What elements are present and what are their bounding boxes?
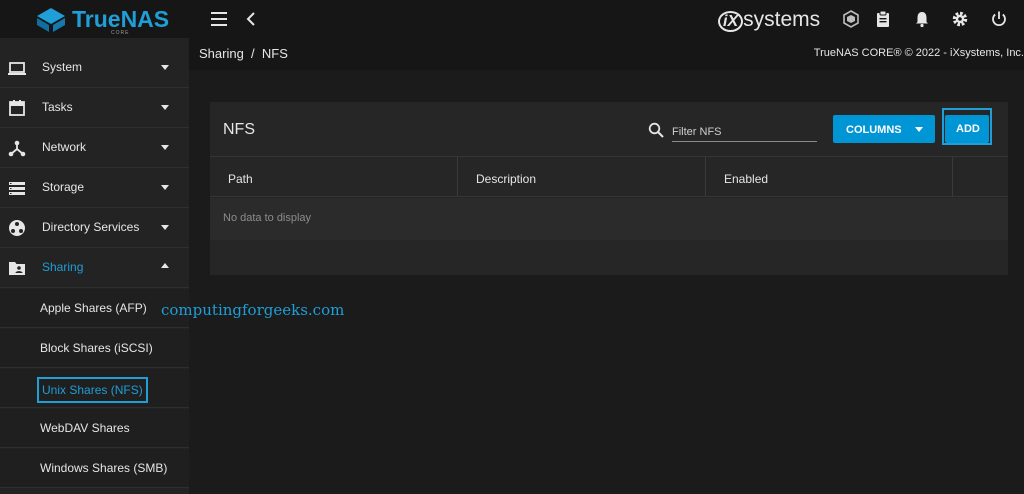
column-header-description[interactable]: Description [458, 157, 706, 197]
sidebar-item-system[interactable]: System [0, 48, 189, 88]
logo-subtext: CORE [111, 30, 129, 36]
chevron-up-icon [161, 263, 169, 268]
columns-button[interactable]: COLUMNS [833, 115, 935, 143]
empty-message: No data to display [223, 212, 311, 224]
watermark-text: computingforgeeks.com [161, 301, 344, 319]
sidebar-item-label: Network [42, 140, 86, 154]
logo-text: TrueNAS [72, 6, 169, 33]
chevron-down-icon [161, 145, 169, 150]
chevron-down-icon [161, 65, 169, 70]
power-icon[interactable] [990, 10, 1008, 28]
sidebar-subitem-label: WebDAV Shares [40, 421, 130, 435]
sidebar-item-sharing[interactable]: Sharing [0, 248, 189, 288]
ix-mark: iX [718, 11, 743, 32]
gear-icon[interactable] [951, 10, 969, 28]
table-header: Path Description Enabled [210, 156, 1008, 197]
bell-icon[interactable] [913, 10, 931, 28]
caret-down-icon [915, 127, 923, 132]
columns-button-label: COLUMNS [846, 124, 902, 136]
truenas-logo[interactable]: TrueNAS CORE [36, 6, 156, 34]
column-header-label: Description [476, 172, 536, 186]
sidebar-item-tasks[interactable]: Tasks [0, 88, 189, 128]
chevron-down-icon [161, 225, 169, 230]
copyright-text: TrueNAS CORE® © 2022 - iXsystems, Inc. [814, 47, 1024, 59]
network-icon [8, 139, 26, 157]
sidebar-item-label: Sharing [42, 260, 83, 274]
sidebar-subitem-label: Unix Shares (NFS) [37, 377, 148, 403]
sidebar-subitem-webdav[interactable]: WebDAV Shares [0, 409, 189, 448]
clipboard-icon[interactable] [874, 10, 892, 28]
chevron-down-icon [161, 185, 169, 190]
column-header-enabled[interactable]: Enabled [706, 157, 953, 197]
sidebar-item-label: Directory Services [42, 220, 139, 234]
storage-icon [8, 179, 26, 197]
menu-icon[interactable] [211, 12, 227, 26]
sidebar-subitem-iscsi[interactable]: Block Shares (iSCSI) [0, 329, 189, 368]
sidebar-subitem-label: Block Shares (iSCSI) [40, 341, 153, 355]
sidebar-item-directory-services[interactable]: Directory Services [0, 208, 189, 248]
sidebar-item-label: Storage [42, 180, 84, 194]
top-bar: TrueNAS CORE iXsystems [0, 0, 1024, 38]
sidebar-item-label: Tasks [42, 100, 73, 114]
truenas-logo-icon [36, 7, 66, 33]
sidebar-subitem-smb[interactable]: Windows Shares (SMB) [0, 449, 189, 488]
nfs-card: NFS COLUMNS ADD Path Description Enabled… [210, 102, 1008, 275]
breadcrumb[interactable]: Sharing / NFS [199, 46, 288, 61]
add-button[interactable]: ADD [945, 115, 989, 143]
sidebar-subitem-nfs[interactable]: Unix Shares (NFS) [0, 369, 189, 408]
sidebar-subitem-label: Windows Shares (SMB) [40, 461, 167, 475]
add-button-label: ADD [956, 123, 980, 135]
column-header-label: Path [228, 172, 253, 186]
sidebar-subitem-label: Apple Shares (AFP) [40, 301, 147, 315]
directory-icon [8, 219, 26, 237]
laptop-icon [8, 59, 26, 77]
chevron-down-icon [161, 105, 169, 110]
card-title: NFS [223, 121, 255, 139]
sidebar-item-network[interactable]: Network [0, 128, 189, 168]
sidebar: System Tasks Network [0, 38, 189, 494]
sidebar-item-label: System [42, 60, 82, 74]
folder-shared-icon [8, 259, 26, 277]
ixsystems-logo: iXsystems [718, 8, 820, 32]
column-header-path[interactable]: Path [210, 157, 458, 197]
sidebar-item-storage[interactable]: Storage [0, 168, 189, 208]
search-icon [648, 122, 664, 138]
table-empty-row: No data to display [210, 198, 1008, 240]
truecommand-icon[interactable] [842, 10, 860, 28]
filter-input[interactable] [672, 118, 817, 142]
ixsystems-word: systems [743, 8, 820, 31]
breadcrumb-bar: Sharing / NFS TrueNAS CORE® © 2022 - iXs… [189, 38, 1024, 70]
calendar-icon [8, 99, 26, 117]
back-chevron-icon[interactable] [245, 10, 257, 28]
column-header-label: Enabled [724, 172, 768, 186]
